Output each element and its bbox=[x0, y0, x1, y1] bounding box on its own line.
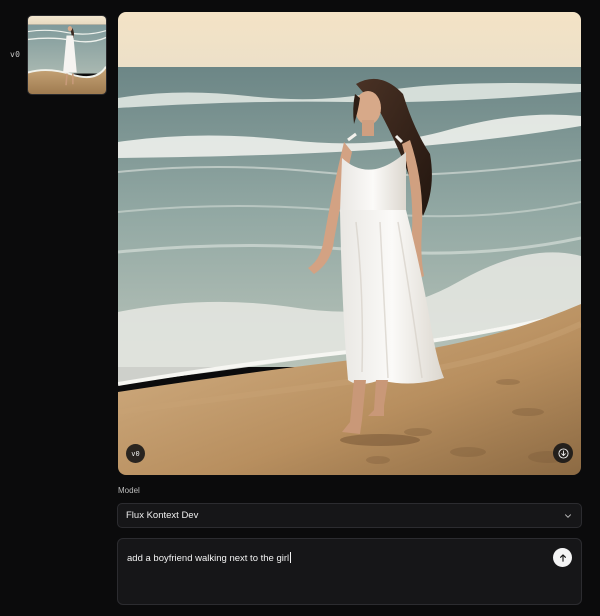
beach-photo bbox=[118, 12, 581, 475]
prompt-value: add a boyfriend walking next to the girl bbox=[127, 553, 290, 564]
thumbnail-image bbox=[28, 16, 106, 94]
image-editor-app: v0 v0 Model Flux Kontext Dev add a boyfr… bbox=[0, 0, 600, 616]
arrow-up-icon bbox=[559, 553, 566, 562]
send-button[interactable] bbox=[553, 548, 572, 567]
model-select-value: Flux Kontext Dev bbox=[126, 510, 199, 521]
download-icon bbox=[557, 447, 569, 459]
prompt-text: add a boyfriend walking next to the girl bbox=[127, 552, 292, 564]
model-select[interactable]: Flux Kontext Dev bbox=[117, 503, 582, 528]
prompt-textarea[interactable]: add a boyfriend walking next to the girl bbox=[117, 538, 582, 605]
version-badge: v0 bbox=[126, 444, 145, 463]
generated-image-preview: v0 bbox=[118, 12, 581, 475]
chevron-down-icon bbox=[565, 513, 571, 518]
download-button[interactable] bbox=[553, 443, 573, 463]
model-label: Model bbox=[118, 486, 140, 495]
version-thumbnail[interactable] bbox=[27, 15, 107, 95]
version-label: v0 bbox=[10, 50, 21, 59]
text-caret bbox=[290, 552, 292, 563]
